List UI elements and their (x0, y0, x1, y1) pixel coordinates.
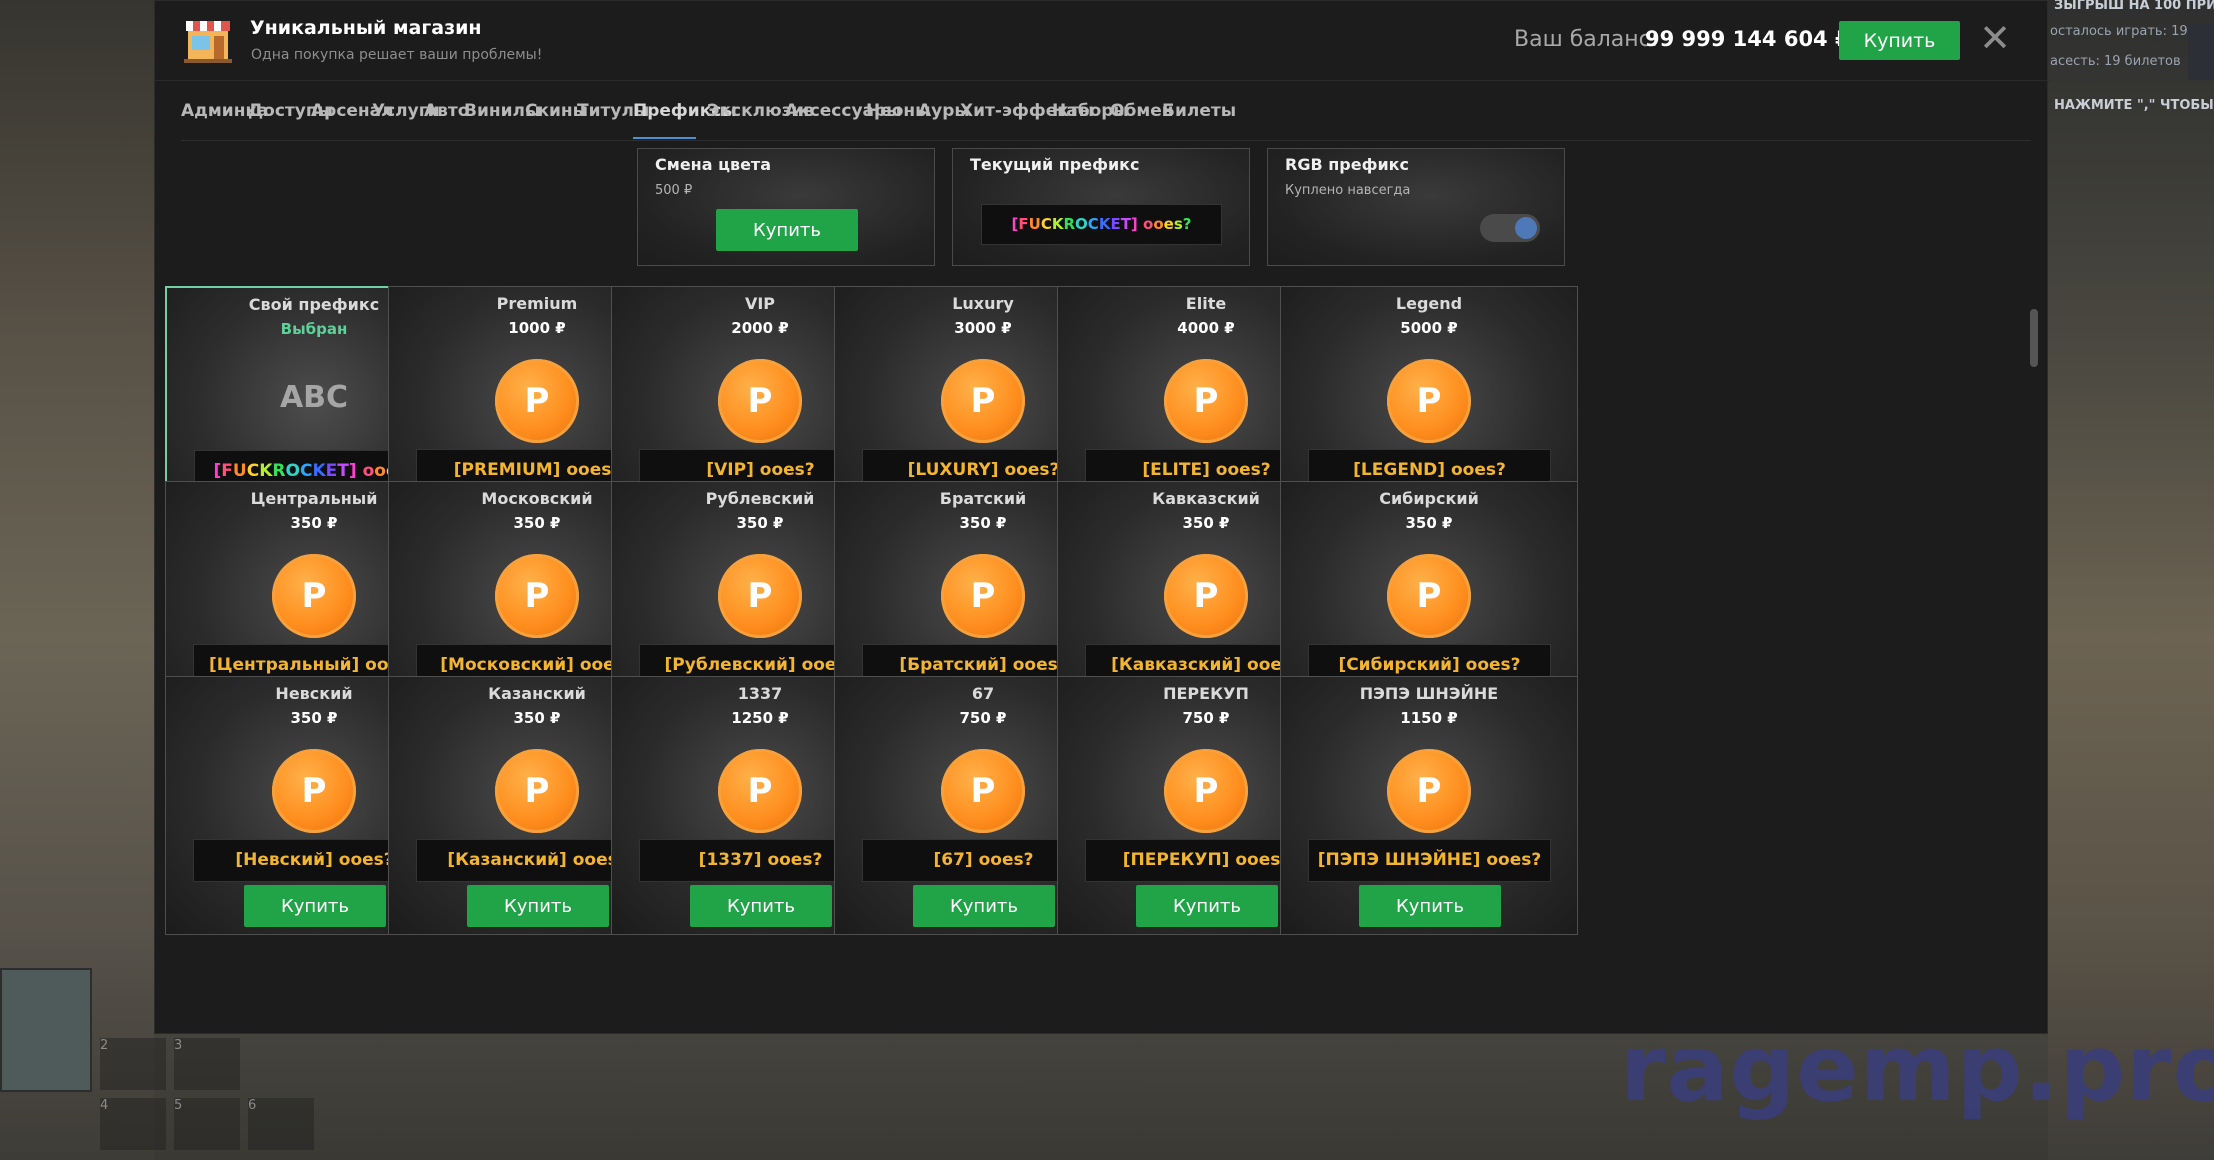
rgb-prefix-card: RGB префикс Куплено навсегда (1267, 148, 1565, 266)
hotbar-slot: 4 (100, 1098, 166, 1150)
current-prefix-title: Текущий префикс (970, 155, 1140, 174)
close-icon[interactable]: ✕ (1977, 19, 2013, 57)
coin-symbol: P (301, 576, 327, 616)
minimap (0, 968, 92, 1092)
hud-time-left: осталось играть: 19:49 (2050, 24, 2209, 39)
coin-icon: P (1164, 749, 1248, 833)
hotbar-slot: 5 (174, 1098, 240, 1150)
tab-16[interactable]: Билеты (1162, 101, 1236, 121)
coin-icon: P (718, 359, 802, 443)
buy-button[interactable]: Купить (1359, 885, 1501, 927)
shop-icon (182, 17, 234, 65)
coin-symbol: P (524, 576, 550, 616)
coin-icon: P (718, 749, 802, 833)
coin-icon: P (941, 359, 1025, 443)
hud-tickets: асесть: 19 билетов (2050, 54, 2181, 69)
coin-icon: P (495, 749, 579, 833)
game-background-right (2048, 0, 2214, 1160)
buy-button[interactable]: Купить (1136, 885, 1278, 927)
hotbar-slot: 2 (100, 1038, 166, 1090)
buy-button[interactable]: Купить (690, 885, 832, 927)
current-prefix-preview: [FUCKROCKET] ooes? (981, 204, 1222, 245)
prefix-card-price: 1150 ₽ (1400, 709, 1458, 727)
hotbar: 2 3 4 5 6 (100, 1038, 340, 1160)
coin-icon: P (495, 359, 579, 443)
coin-symbol: P (1193, 771, 1219, 811)
coin-icon: P (941, 749, 1025, 833)
shop-header: Уникальный магазин Одна покупка решает в… (155, 1, 2049, 81)
rgb-prefix-title: RGB префикс (1285, 155, 1410, 174)
active-tab-underline (633, 137, 696, 139)
shop-window: Уникальный магазин Одна покупка решает в… (154, 0, 2049, 1034)
hud-lottery-title: ЗЫГРЫШ НА 100 ПРИ (2054, 0, 2214, 13)
coin-icon: P (272, 749, 356, 833)
buy-button[interactable]: Купить (467, 885, 609, 927)
hud-icon (2188, 24, 2214, 80)
prefix-preview: [ПЭПЭ ШНЭЙНЕ] ooes? (1308, 839, 1551, 882)
coin-symbol: P (747, 381, 773, 421)
coin-symbol: P (524, 771, 550, 811)
prefix-card-name: Legend (1395, 294, 1463, 313)
coin-symbol: P (970, 771, 996, 811)
prefix-grid: Свой префиксВыбранABC[FUCKROCKET] ooes?К… (165, 286, 2045, 1034)
tab-4[interactable]: Авто (424, 101, 469, 121)
coin-icon: P (1164, 554, 1248, 638)
color-change-title: Смена цвета (655, 155, 771, 174)
category-tabs: Админка Доступы Арсенал Услуги Авто Винилы Ски… (181, 85, 2031, 141)
coin-symbol: P (1193, 381, 1219, 421)
coin-symbol: P (747, 576, 773, 616)
coin-symbol: P (301, 771, 327, 811)
coin-icon: P (941, 554, 1025, 638)
coin-symbol: P (1416, 771, 1442, 811)
coin-symbol: P (524, 381, 550, 421)
prefix-card-name: Сибирский (1379, 489, 1479, 508)
topup-button[interactable]: Купить (1839, 21, 1960, 60)
prefix-card-name: ПЭПЭ ШНЭЙНЕ (1359, 684, 1499, 703)
hud-hint: НАЖМИТЕ "," ЧТОБЫ У (2054, 98, 2214, 113)
coin-icon: P (495, 554, 579, 638)
scrollbar-thumb[interactable] (2030, 309, 2038, 367)
balance-value: 99 999 144 604 ₽ (1645, 27, 1850, 51)
lottery-hud: ЗЫГРЫШ НА 100 ПРИ осталось играть: 19:49… (2048, 0, 2214, 130)
color-change-buy-button[interactable]: Купить (716, 209, 858, 251)
current-prefix-card: Текущий префикс [FUCKROCKET] ooes? (952, 148, 1250, 266)
shop-subtitle: Одна покупка решает ваши проблемы! (251, 47, 543, 63)
hotbar-slot: 6 (248, 1098, 314, 1150)
color-change-price: 500 ₽ (655, 183, 693, 198)
prefix-card[interactable]: ПЭПЭ ШНЭЙНЕ 1150 ₽ P [ПЭПЭ ШНЭЙНЕ] ooes? Куп… (1280, 676, 1578, 935)
coin-icon: P (1387, 359, 1471, 443)
coin-icon: P (272, 554, 356, 638)
shop-title: Уникальный магазин (250, 17, 482, 39)
coin-symbol: P (1416, 576, 1442, 616)
coin-symbol: P (1416, 381, 1442, 421)
buy-button[interactable]: Купить (244, 885, 386, 927)
coin-icon: P (1387, 554, 1471, 638)
coin-icon: P (1164, 359, 1248, 443)
hotbar-slot: 3 (174, 1038, 240, 1090)
toggle-knob (1515, 217, 1537, 239)
balance-label: Ваш баланс: (1514, 27, 1659, 52)
coin-icon: P (1387, 749, 1471, 833)
coin-icon: P (718, 554, 802, 638)
coin-symbol: P (747, 771, 773, 811)
buy-button[interactable]: Купить (913, 885, 1055, 927)
prefix-card-price: 5000 ₽ (1400, 319, 1458, 337)
prefix-card-price: 350 ₽ (1405, 514, 1453, 532)
coin-symbol: P (1193, 576, 1219, 616)
color-change-card: Смена цвета 500 ₽ Купить (637, 148, 935, 266)
coin-symbol: P (970, 381, 996, 421)
rgb-prefix-status: Куплено навсегда (1285, 183, 1411, 198)
rgb-prefix-toggle[interactable] (1480, 214, 1540, 242)
coin-symbol: P (970, 576, 996, 616)
